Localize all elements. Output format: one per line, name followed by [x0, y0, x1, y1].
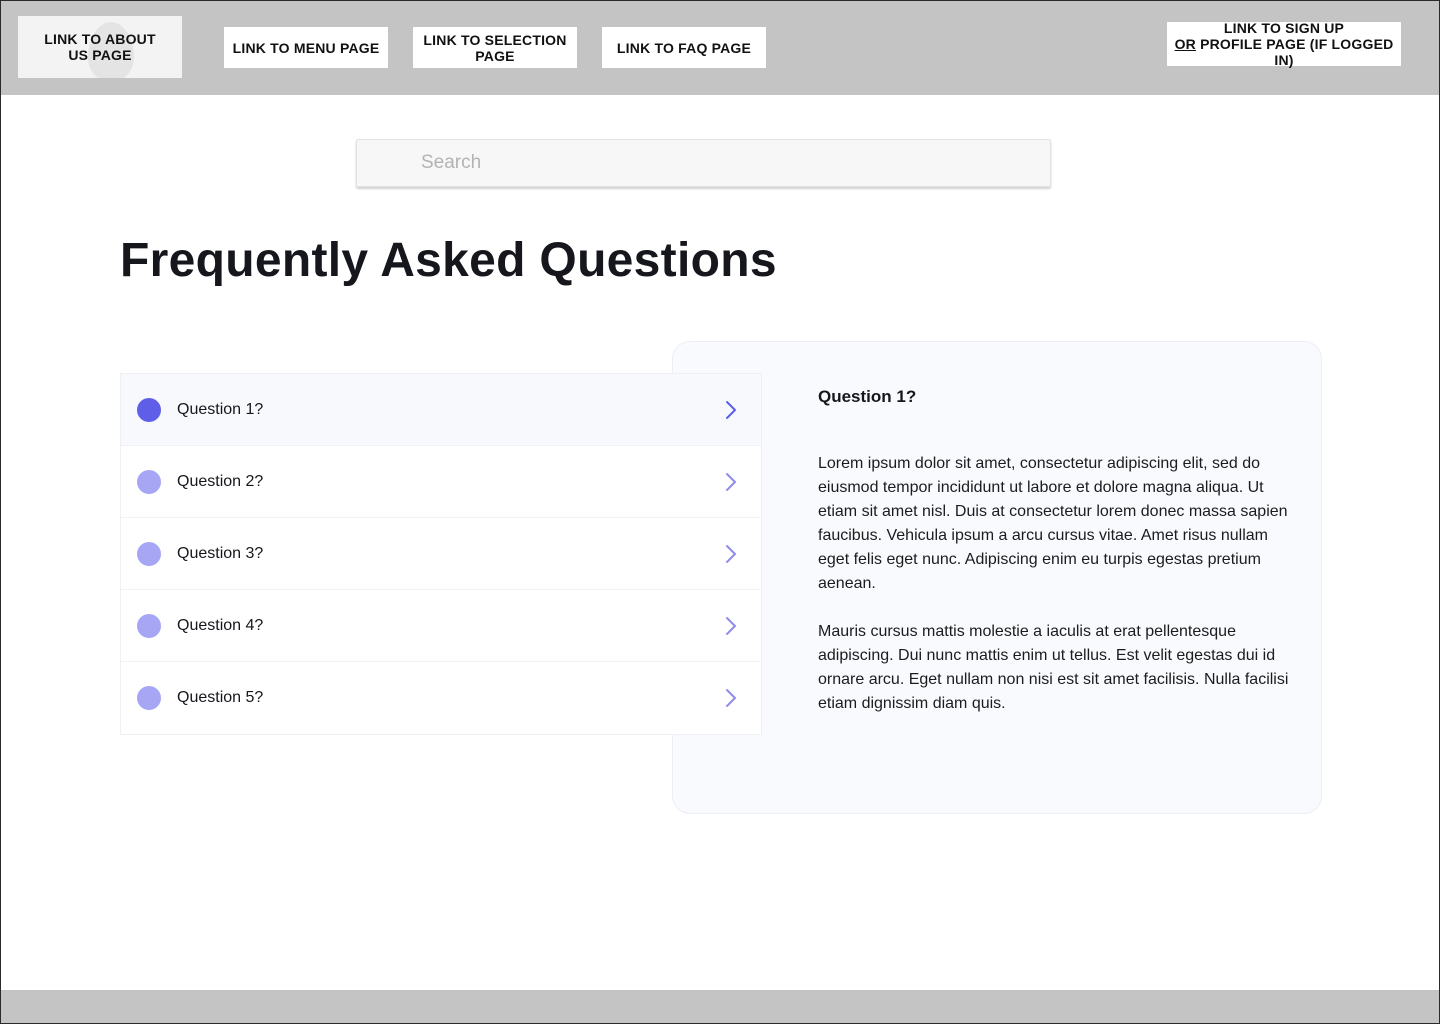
answer-paragraph-2: Mauris cursus mattis molestie a iaculis …: [818, 623, 1289, 712]
sign-up-link-line2-rest: PROFILE PAGE (IF LOGGED IN): [1195, 36, 1394, 68]
chevron-right-icon: [726, 544, 736, 563]
question-item-4[interactable]: Question 4?: [121, 590, 761, 662]
page-title: Frequently Asked Questions: [120, 234, 777, 287]
question-item-3[interactable]: Question 3?: [121, 518, 761, 590]
sign-up-link-line2: OR PROFILE PAGE (IF LOGGED IN): [1167, 36, 1401, 68]
about-us-link-line2: US PAGE: [68, 47, 132, 63]
question-label: Question 2?: [177, 472, 264, 490]
sign-up-link-line1: LINK TO SIGN UP: [1223, 20, 1345, 36]
chevron-right-icon: [726, 689, 736, 707]
chevron-right-icon: [726, 400, 736, 419]
about-us-link[interactable]: LINK TO ABOUT US PAGE: [18, 16, 182, 78]
faq-page-link[interactable]: LINK TO FAQ PAGE: [602, 27, 766, 68]
footer-bar: [1, 990, 1439, 1023]
about-us-link-line1: LINK TO ABOUT: [44, 31, 156, 47]
answer-title: Question 1?: [818, 387, 917, 406]
selection-page-link-line2: PAGE: [475, 47, 515, 64]
chevron-right-icon: [726, 616, 736, 635]
selection-page-link-line1: LINK TO SELECTION: [423, 31, 567, 48]
question-label: Question 5?: [177, 689, 264, 706]
circle-icon: [137, 686, 161, 710]
menu-page-link[interactable]: LINK TO MENU PAGE: [224, 27, 388, 68]
faq-page-link-label: LINK TO FAQ PAGE: [616, 39, 752, 56]
circle-icon: [137, 613, 161, 638]
question-item-1[interactable]: Question 1?: [121, 374, 761, 446]
question-item-2[interactable]: Question 2?: [121, 446, 761, 518]
search-input[interactable]: [356, 139, 1051, 187]
chevron-right-icon: [726, 472, 736, 491]
answer-paragraph-1: Lorem ipsum dolor sit amet, consectetur …: [818, 455, 1288, 592]
sign-up-or-profile-link[interactable]: LINK TO SIGN UP OR PROFILE PAGE (IF LOGG…: [1167, 20, 1401, 68]
answer-panel: Question 1? Lorem ipsum dolor sit amet, …: [672, 341, 1322, 814]
question-item-5[interactable]: Question 5?: [121, 662, 761, 734]
circle-icon: [137, 541, 161, 566]
question-label: Question 3?: [177, 544, 264, 562]
question-label: Question 4?: [177, 616, 264, 634]
circle-icon: [137, 469, 161, 494]
sign-up-or-word: OR: [1174, 36, 1196, 52]
top-navigation-bar: LINK TO ABOUT US PAGE LINK TO MENU PAGE …: [1, 1, 1439, 95]
menu-page-link-label: LINK TO MENU PAGE: [232, 39, 380, 56]
question-label: Question 1?: [177, 400, 264, 418]
circle-icon: [137, 397, 161, 422]
question-list: Question 1? Question 2? Question 3? Ques…: [120, 373, 762, 735]
selection-page-link[interactable]: LINK TO SELECTION PAGE: [413, 27, 577, 68]
